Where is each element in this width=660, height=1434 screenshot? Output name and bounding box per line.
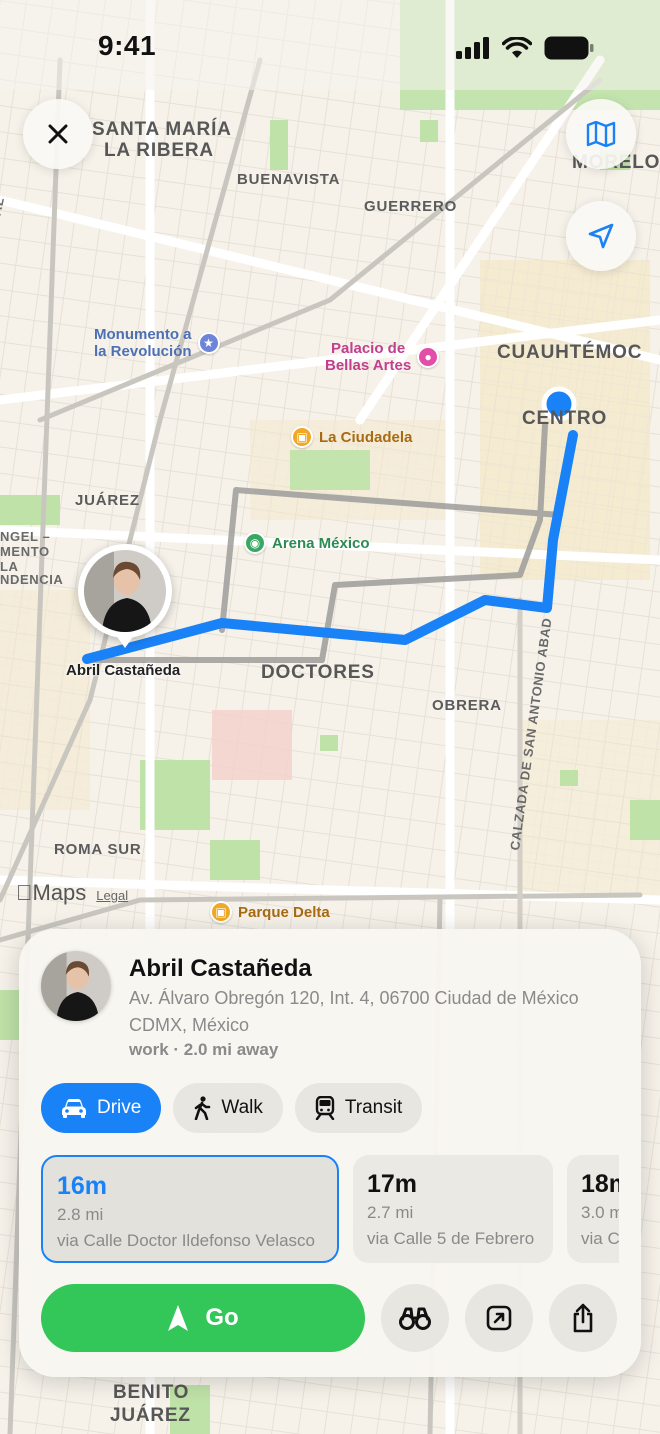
- car-icon: [62, 1099, 86, 1118]
- status-bar: 9:41: [0, 0, 660, 100]
- route-time: 17m: [367, 1170, 418, 1198]
- share-button[interactable]: [549, 1284, 617, 1352]
- poi-label: La Ciudadela: [319, 428, 413, 446]
- stadium-icon: ◉: [244, 532, 266, 554]
- contact-address: Av. Álvaro Obregón 120, Int. 4, 06700 Ci…: [129, 988, 579, 1035]
- route-via: via Calle 5 de Febrero: [367, 1229, 535, 1248]
- area-label: JUÁREZ: [110, 1405, 191, 1426]
- area-label: GUERRERO: [364, 198, 458, 215]
- mode-label: Drive: [97, 1097, 142, 1118]
- route-distance: 2.7 mi: [367, 1203, 414, 1222]
- current-location-button[interactable]: [566, 201, 636, 271]
- share-icon: [573, 1303, 593, 1333]
- area-label: DOCTORES: [261, 662, 375, 683]
- contact-name: Abril Castañeda: [129, 955, 312, 982]
- close-button[interactable]: [23, 99, 93, 169]
- contact-photo: [84, 550, 166, 632]
- poi-label: la Revolución: [94, 343, 192, 360]
- poi-label: Monumento a: [94, 326, 192, 343]
- walk-icon: [195, 1096, 211, 1120]
- navigation-arrow-icon: [168, 1305, 189, 1331]
- mode-transit-button[interactable]: Transit: [294, 1083, 423, 1133]
- mode-drive-button[interactable]: Drive: [41, 1083, 162, 1133]
- route-distance: 3.0 mi: [581, 1203, 619, 1222]
- go-label: Go: [205, 1304, 239, 1331]
- poi-label: Arena México: [272, 534, 370, 552]
- pin-pointer: [115, 634, 135, 648]
- route-via: via Calle Doctor Ildefonso Velasco: [57, 1231, 315, 1250]
- area-label: NDENCIA: [0, 572, 64, 587]
- legal-link[interactable]: Legal: [96, 888, 128, 903]
- pin-name-label: Abril Castañeda: [66, 662, 181, 679]
- shopping-bag-icon: ▣: [210, 901, 232, 923]
- theater-icon: ●: [417, 346, 440, 368]
- transport-mode-selector: Drive Walk Transit: [41, 1083, 423, 1133]
- contact-meta: work · 2.0 mi away: [129, 1040, 279, 1059]
- open-external-button[interactable]: [465, 1284, 533, 1352]
- route-option[interactable]: 18m 3.0 mi via C: [567, 1155, 619, 1263]
- mode-walk-button[interactable]: Walk: [173, 1083, 283, 1133]
- poi-label: Palacio de: [330, 340, 406, 357]
- poi-palacio-bellas-artes[interactable]: Palacio de Bellas Artes ●: [325, 340, 440, 374]
- map-icon: [586, 121, 616, 147]
- area-label: ROMA SUR: [54, 841, 142, 858]
- star-icon: ★: [197, 332, 220, 354]
- binoculars-icon: [399, 1307, 431, 1330]
- route-time: 18m: [581, 1170, 619, 1198]
- contact-map-pin[interactable]: [78, 544, 172, 638]
- status-icons: [456, 36, 594, 60]
- area-label: CUAUHTÉMOC: [497, 342, 643, 363]
- avatar: [41, 951, 111, 1021]
- route-option[interactable]: 16m 2.8 mi via Calle Doctor Ildefonso Ve…: [41, 1155, 339, 1263]
- directions-sheet: Abril Castañeda Av. Álvaro Obregón 120, …: [19, 929, 641, 1377]
- look-around-button[interactable]: [381, 1284, 449, 1352]
- maps-logo: Maps Legal: [16, 880, 128, 906]
- mode-label: Walk: [221, 1097, 263, 1118]
- poi-label: Parque Delta: [238, 903, 330, 921]
- area-label: OBRERA: [432, 697, 502, 714]
- route-via: via C: [581, 1229, 619, 1248]
- poi-parque-delta[interactable]: ▣ Parque Delta: [210, 901, 330, 923]
- route-distance: 2.8 mi: [57, 1205, 104, 1224]
- area-label: SANTA MARÍA: [92, 119, 232, 140]
- area-label: CENTRO: [522, 408, 608, 429]
- train-icon: [315, 1096, 335, 1120]
- battery-icon: [544, 36, 594, 60]
- wifi-icon: [502, 37, 532, 58]
- apple-logo-icon: : [16, 880, 33, 905]
- location-arrow-icon: [588, 223, 614, 249]
- maps-wordmark: Maps: [16, 880, 86, 905]
- route-time: 16m: [57, 1172, 108, 1200]
- route-options: 16m 2.8 mi via Calle Doctor Ildefonso Ve…: [41, 1155, 619, 1263]
- status-time: 9:41: [98, 30, 157, 61]
- poi-arena-mexico[interactable]: ◉ Arena México: [244, 532, 370, 554]
- close-icon: [48, 124, 68, 144]
- go-button[interactable]: Go: [41, 1284, 365, 1352]
- area-label: LA RIBERA: [104, 140, 214, 161]
- poi-la-ciudadela[interactable]: ▣ La Ciudadela: [291, 426, 412, 448]
- open-external-icon: [486, 1305, 512, 1331]
- poi-monumento-revolucion[interactable]: Monumento a la Revolución ★: [94, 326, 220, 360]
- area-label: BUENAVISTA: [237, 171, 341, 188]
- poi-label: Bellas Artes: [325, 357, 412, 374]
- shopping-bag-icon: ▣: [291, 426, 313, 448]
- route-option[interactable]: 17m 2.7 mi via Calle 5 de Febrero: [353, 1155, 553, 1263]
- area-label: BENITO: [113, 1382, 190, 1403]
- cellular-signal-icon: [456, 37, 489, 59]
- map-mode-button[interactable]: [566, 99, 636, 169]
- area-label: JUÁREZ: [75, 492, 140, 509]
- mode-label: Transit: [344, 1097, 403, 1118]
